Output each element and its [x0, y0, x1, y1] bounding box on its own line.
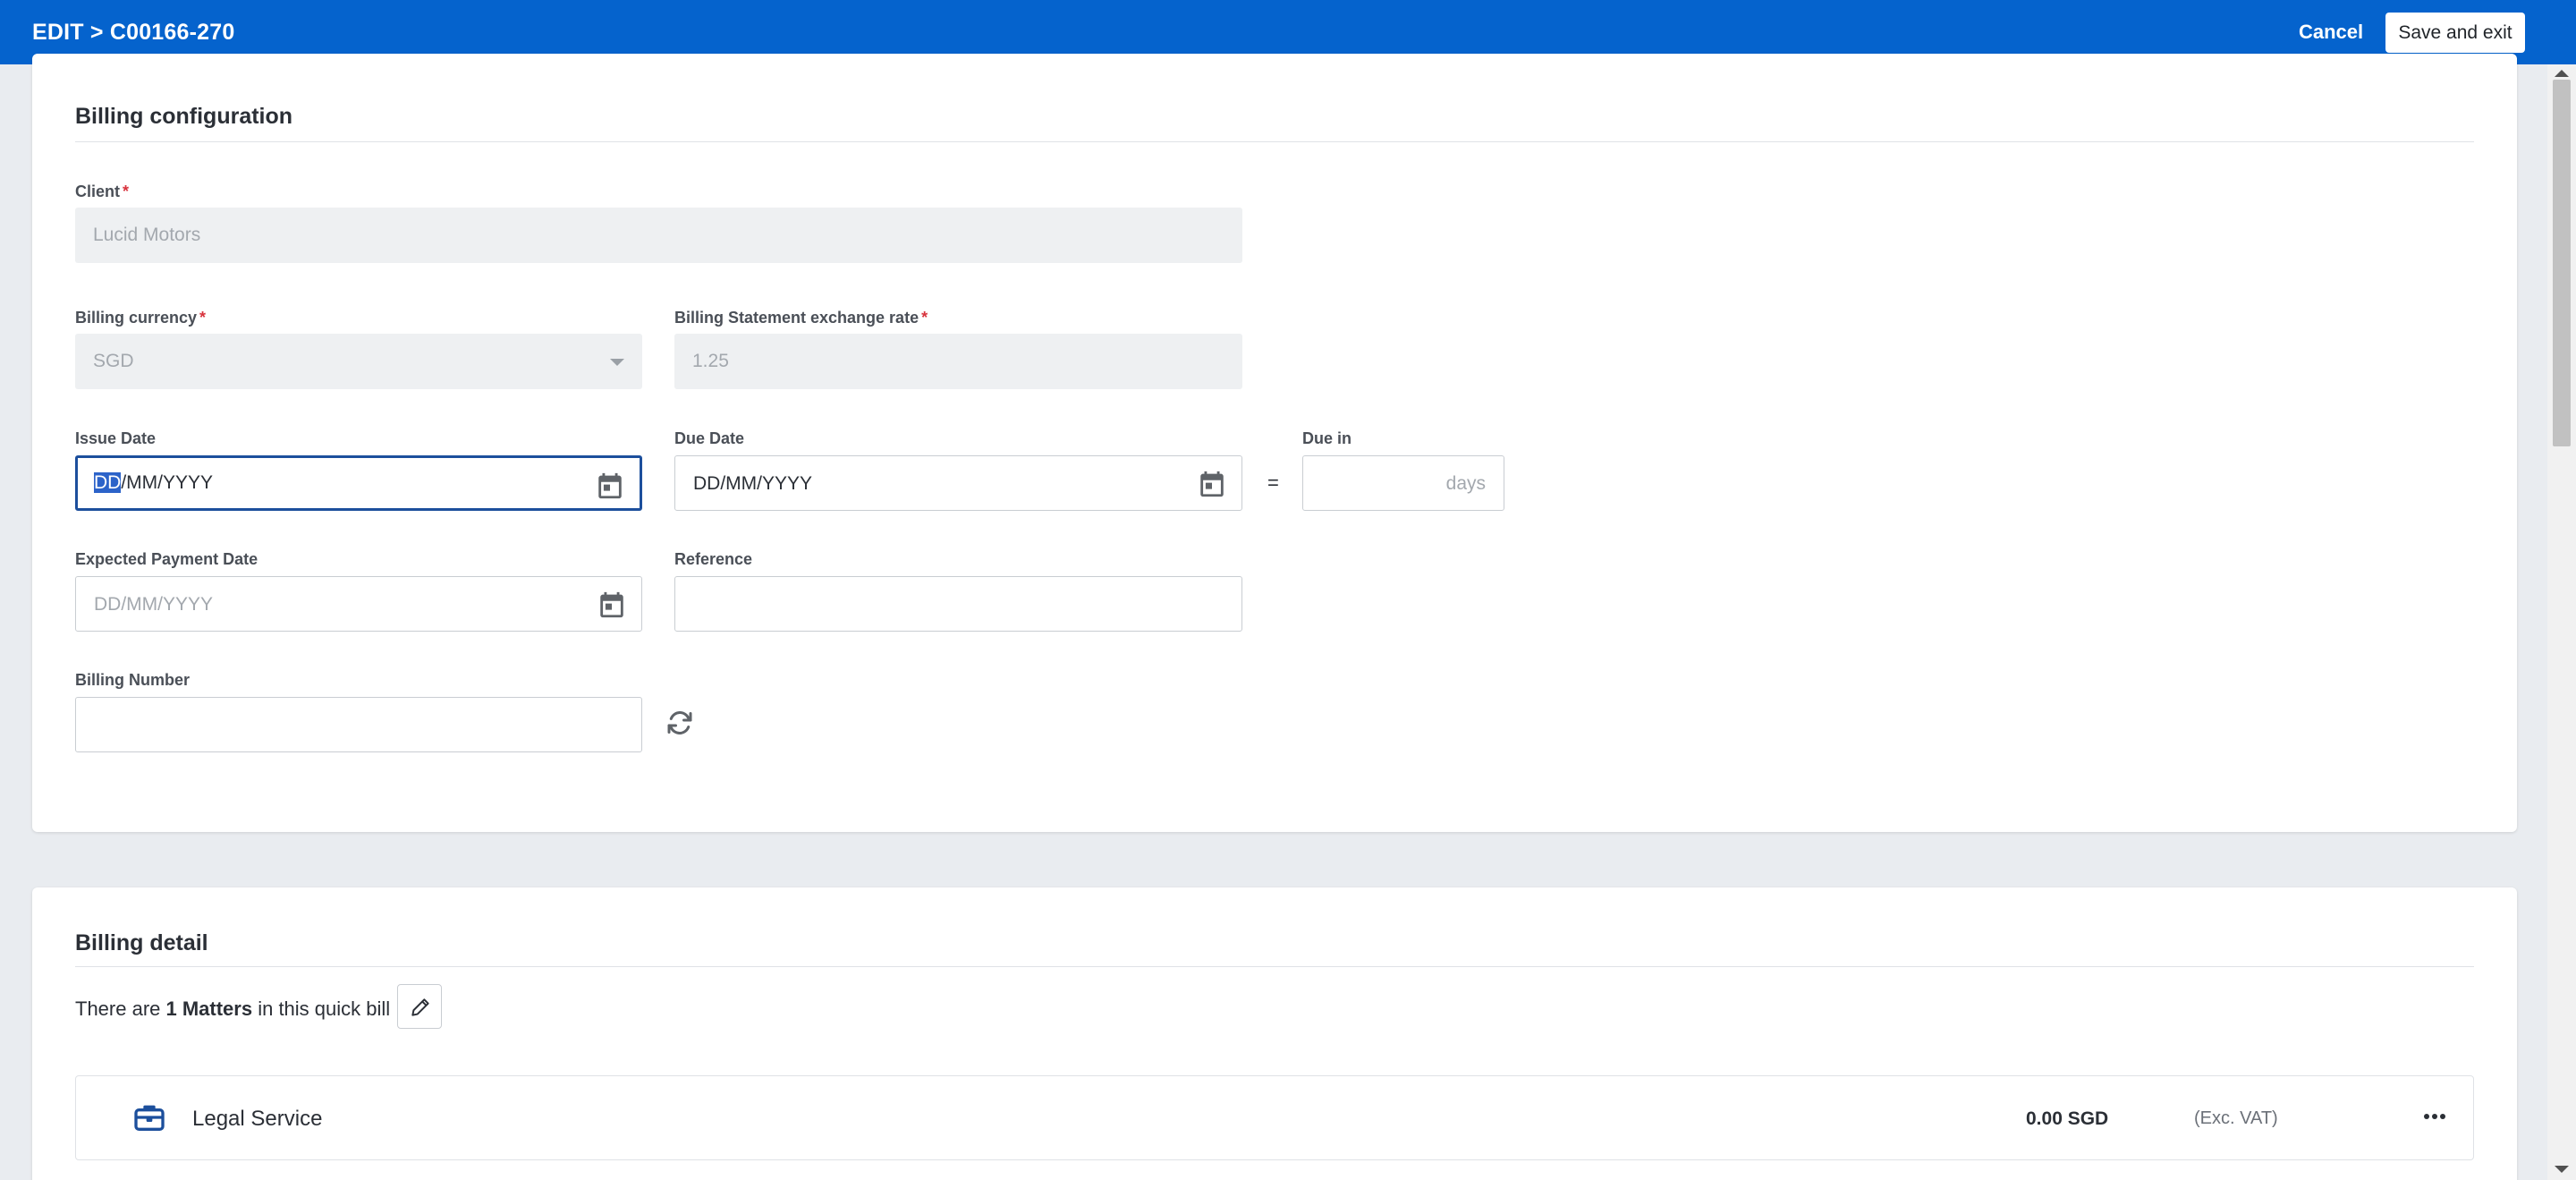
vat-note: (Exc. VAT): [2194, 1108, 2278, 1128]
due-date-input[interactable]: DD/MM/YYYY: [674, 455, 1242, 511]
due-date-label: Due Date: [674, 429, 745, 447]
edit-matters-button[interactable]: [397, 984, 442, 1029]
reference-label: Reference: [674, 550, 753, 568]
required-marker: *: [921, 309, 928, 327]
scroll-down-icon[interactable]: [2555, 1166, 2569, 1173]
briefcase-icon: [134, 1105, 165, 1131]
calendar-icon[interactable]: [1197, 469, 1227, 499]
issue-date-label: Issue Date: [75, 429, 157, 447]
equals-sign: =: [1267, 471, 1279, 494]
pencil-icon: [411, 998, 429, 1016]
chevron-down-icon: [610, 359, 624, 366]
section-divider: [75, 966, 2474, 967]
due-in-label: Due in: [1302, 429, 1352, 447]
page-scrollbar[interactable]: [2547, 64, 2576, 1180]
matter-name: Legal Service: [192, 1107, 323, 1131]
billing-detail-card: Billing detail There are 1 Matters in th…: [32, 887, 2517, 1180]
issue-date-rest: /MM/YYYY: [121, 472, 214, 493]
expected-payment-date-input[interactable]: DD/MM/YYYY: [75, 576, 642, 632]
issue-date-selected-segment: DD: [94, 472, 122, 493]
billing-number-input[interactable]: [75, 697, 642, 752]
expected-payment-date-placeholder: DD/MM/YYYY: [94, 594, 214, 615]
calendar-icon[interactable]: [595, 471, 625, 501]
billing-currency-value: SGD: [93, 351, 134, 371]
required-marker: *: [199, 309, 207, 327]
billing-configuration-title: Billing configuration: [75, 104, 293, 129]
billing-number-label: Billing Number: [75, 671, 191, 689]
matter-amount: 0.00 SGD: [2026, 1108, 2109, 1129]
exchange-rate-label: Billing Statement exchange rate *: [674, 309, 928, 327]
client-field: Lucid Motors: [75, 208, 1242, 263]
more-horizontal-icon[interactable]: [2424, 1108, 2451, 1126]
save-and-exit-button[interactable]: Save and exit: [2385, 13, 2525, 53]
scroll-up-icon[interactable]: [2555, 70, 2569, 77]
due-in-input[interactable]: days: [1302, 455, 1504, 511]
billing-configuration-card: Billing configuration Client * Lucid Moto…: [32, 54, 2517, 832]
billing-currency-label: Billing currency *: [75, 309, 207, 327]
billing-currency-select: SGD: [75, 334, 642, 389]
matter-row[interactable]: Legal Service 0.00 SGD (Exc. VAT): [75, 1075, 2474, 1160]
client-label: Client *: [75, 183, 130, 200]
section-divider: [75, 141, 2474, 142]
reference-input[interactable]: [674, 576, 1242, 632]
issue-date-input[interactable]: DD/MM/YYYY: [75, 455, 642, 511]
required-marker: *: [123, 183, 130, 200]
days-suffix: days: [1445, 473, 1486, 494]
matters-summary: There are 1 Matters in this quick bill: [75, 997, 391, 1020]
matters-count: 1 Matters: [165, 997, 253, 1020]
exchange-rate-field: 1.25: [674, 334, 1242, 389]
scrollbar-thumb[interactable]: [2553, 80, 2571, 446]
due-date-value: DD/MM/YYYY: [693, 473, 813, 494]
expected-payment-date-label: Expected Payment Date: [75, 550, 258, 568]
calendar-icon[interactable]: [597, 590, 627, 620]
refresh-icon[interactable]: [664, 707, 696, 739]
billing-detail-title: Billing detail: [75, 930, 208, 955]
